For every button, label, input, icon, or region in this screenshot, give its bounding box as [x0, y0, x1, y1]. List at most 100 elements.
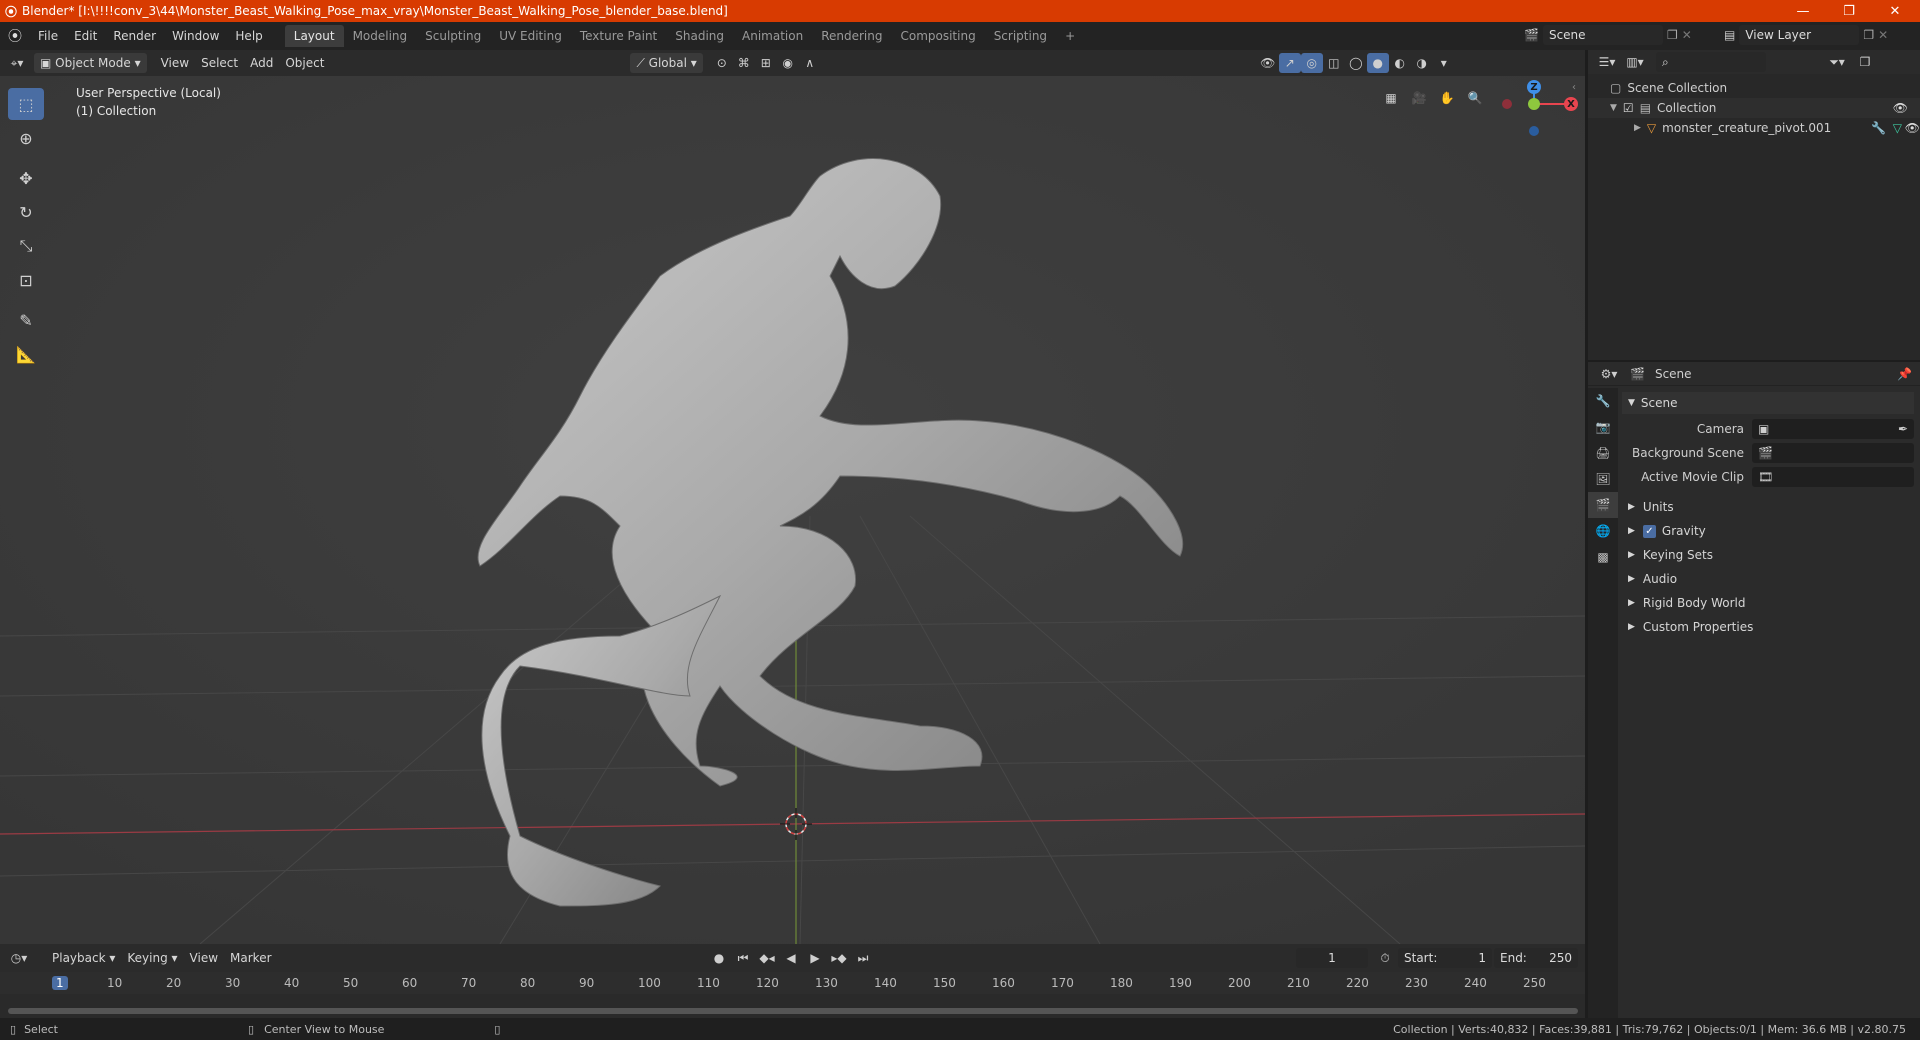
gizmo-toggle-icon[interactable]: ↗ — [1278, 53, 1301, 73]
cursor-tool-icon[interactable]: ⊕ — [8, 122, 44, 154]
menu-keying[interactable]: Keying ▾ — [121, 948, 183, 968]
end-frame-field[interactable]: End: 250 — [1494, 948, 1578, 968]
blender-menu-icon[interactable]: ⦿ — [0, 26, 30, 46]
audio-panel[interactable]: ▶ Audio — [1622, 568, 1914, 590]
viewport-canvas[interactable] — [0, 76, 1585, 944]
add-workspace-button[interactable]: + — [1056, 25, 1084, 47]
prev-keyframe-icon[interactable]: ◆◂ — [756, 948, 778, 968]
menu-marker[interactable]: Marker — [224, 948, 277, 968]
menu-help[interactable]: Help — [227, 25, 270, 47]
gizmo-neg-z-axis[interactable] — [1529, 126, 1539, 136]
tab-layout[interactable]: Layout — [284, 25, 344, 47]
tab-texture-paint[interactable]: Texture Paint — [571, 25, 666, 47]
menu-render[interactable]: Render — [105, 25, 164, 47]
current-frame-field[interactable]: 1 — [1296, 948, 1368, 968]
tab-uv-editing[interactable]: UV Editing — [490, 25, 571, 47]
new-view-layer-icon[interactable]: ❐ — [1863, 28, 1874, 42]
tab-rendering[interactable]: Rendering — [812, 25, 891, 47]
proportional-edit-icon[interactable]: ◉ — [777, 53, 799, 73]
output-tab-icon[interactable]: 🖨 — [1588, 440, 1618, 466]
timeline[interactable]: 1 10 20 30 40 50 60 70 80 90 100 110 120 130 140 150 160… — [0, 972, 1585, 1018]
start-frame-field[interactable]: Start: 1 — [1398, 948, 1492, 968]
menu-file[interactable]: File — [30, 25, 66, 47]
select-box-tool-icon[interactable]: ⬚ — [8, 88, 44, 120]
remove-scene-icon[interactable]: ✕ — [1682, 28, 1692, 42]
tab-animation[interactable]: Animation — [733, 25, 812, 47]
menu-edit[interactable]: Edit — [66, 25, 105, 47]
background-scene-field[interactable]: 🎬 — [1752, 443, 1914, 463]
expand-arrow-icon[interactable]: ▼ — [1610, 103, 1617, 113]
menu-select[interactable]: Select — [195, 53, 244, 73]
visibility-icon[interactable]: 👁 — [1257, 53, 1279, 73]
next-keyframe-icon[interactable]: ▸◆ — [828, 948, 850, 968]
pin-icon[interactable]: 📌 — [1897, 367, 1912, 381]
collection-checkbox[interactable]: ☑ — [1623, 101, 1634, 115]
material-shading-icon[interactable]: ◐ — [1389, 53, 1411, 73]
mode-selector[interactable]: ▣ Object Mode ▾ — [34, 53, 147, 73]
view-layer-icon[interactable]: ▤ — [1724, 28, 1735, 42]
scene-tab-icon[interactable]: 🎬 — [1588, 492, 1618, 518]
menu-playback[interactable]: Playback ▾ — [46, 948, 121, 968]
tab-sculpting[interactable]: Sculpting — [416, 25, 490, 47]
snap-target-icon[interactable]: ⊞ — [755, 53, 777, 73]
jump-start-icon[interactable]: ⏮ — [732, 948, 754, 968]
menu-add[interactable]: Add — [244, 53, 279, 73]
preview-range-clock-icon[interactable]: ⏱ — [1374, 948, 1396, 968]
tab-shading[interactable]: Shading — [666, 25, 733, 47]
view-layer-tab-icon[interactable]: 🖼 — [1588, 466, 1618, 492]
current-frame-marker[interactable]: 1 — [52, 976, 68, 990]
zoom-icon[interactable]: 🔍 — [1464, 88, 1486, 108]
tab-scripting[interactable]: Scripting — [985, 25, 1056, 47]
world-tab-icon[interactable]: 🌐 — [1588, 518, 1618, 544]
toggle-grid-icon[interactable]: ▦ — [1380, 88, 1402, 108]
timeline-editor-type-icon[interactable]: ◷▾ — [8, 948, 30, 968]
rotate-tool-icon[interactable]: ↻ — [8, 196, 44, 228]
menu-window[interactable]: Window — [164, 25, 227, 47]
play-reverse-icon[interactable]: ◀ — [780, 948, 802, 968]
filter-icon[interactable]: ⏷▾ — [1826, 52, 1848, 72]
menu-view[interactable]: View — [155, 53, 195, 73]
measure-tool-icon[interactable]: 📐 — [8, 338, 44, 370]
view-layer-selector[interactable]: View Layer — [1739, 25, 1860, 45]
outliner-row-object[interactable]: ▶ ▽ monster_creature_pivot.001 🔧 ▽ 👁 — [1588, 118, 1920, 138]
tab-modeling[interactable]: Modeling — [344, 25, 417, 47]
gravity-panel[interactable]: ▶ ✓ Gravity — [1622, 520, 1914, 542]
editor-type-icon[interactable]: ⌖▾ — [6, 53, 28, 73]
remove-view-layer-icon[interactable]: ✕ — [1878, 28, 1888, 42]
pan-hand-icon[interactable]: ✋ — [1436, 88, 1458, 108]
tab-compositing[interactable]: Compositing — [891, 25, 984, 47]
jump-end-icon[interactable]: ⏭ — [852, 948, 874, 968]
close-window-button[interactable]: ✕ — [1872, 0, 1918, 22]
menu-object[interactable]: Object — [279, 53, 330, 73]
rendered-shading-icon[interactable]: ◑ — [1411, 53, 1433, 73]
keying-sets-panel[interactable]: ▶ Keying Sets — [1622, 544, 1914, 566]
wireframe-shading-icon[interactable]: ◯ — [1345, 53, 1367, 73]
units-panel[interactable]: ▶ Units — [1622, 496, 1914, 518]
outliner-editor-type-icon[interactable]: ☰▾ — [1596, 52, 1618, 72]
orientation-selector[interactable]: ⟋ Global ▾ — [630, 53, 703, 73]
collection-visibility-eye-icon[interactable]: 👁 — [1893, 101, 1908, 115]
camera-field[interactable]: ▣ ✒ — [1752, 419, 1914, 439]
modifier-wrench-icon[interactable]: 🔧 — [1871, 121, 1886, 135]
object-visibility-eye-icon[interactable]: 👁 — [1905, 121, 1920, 135]
outliner-row-collection[interactable]: ▼ ☑ ▤ Collection 👁 — [1588, 98, 1920, 118]
menu-timeline-view[interactable]: View — [184, 948, 224, 968]
scale-tool-icon[interactable]: ⤡ — [8, 230, 44, 262]
maximize-button[interactable]: ❐ — [1826, 0, 1872, 22]
record-icon[interactable]: ● — [708, 948, 730, 968]
scene-panel-header[interactable]: ▼ Scene — [1622, 392, 1914, 414]
object-expand-arrow-icon[interactable]: ▶ — [1634, 123, 1641, 133]
pivot-point-icon[interactable]: ⊙ — [711, 53, 733, 73]
new-collection-icon[interactable]: ❐ — [1854, 52, 1876, 72]
gizmo-z-axis[interactable]: Z — [1527, 80, 1541, 94]
solid-shading-icon[interactable]: ● — [1366, 53, 1389, 73]
3d-viewport[interactable]: User Perspective (Local) (1) Collection … — [0, 76, 1585, 944]
minimize-button[interactable]: — — [1780, 0, 1826, 22]
transform-tool-icon[interactable]: ⊡ — [8, 264, 44, 296]
shading-options-icon[interactable]: ▾ — [1433, 53, 1455, 73]
render-tab-icon[interactable]: 📷 — [1588, 414, 1618, 440]
xray-icon[interactable]: ◫ — [1323, 53, 1345, 73]
timeline-scrollbar[interactable] — [8, 1008, 1578, 1014]
gravity-checkbox[interactable]: ✓ — [1642, 524, 1656, 538]
annotate-tool-icon[interactable]: ✎ — [8, 304, 44, 336]
